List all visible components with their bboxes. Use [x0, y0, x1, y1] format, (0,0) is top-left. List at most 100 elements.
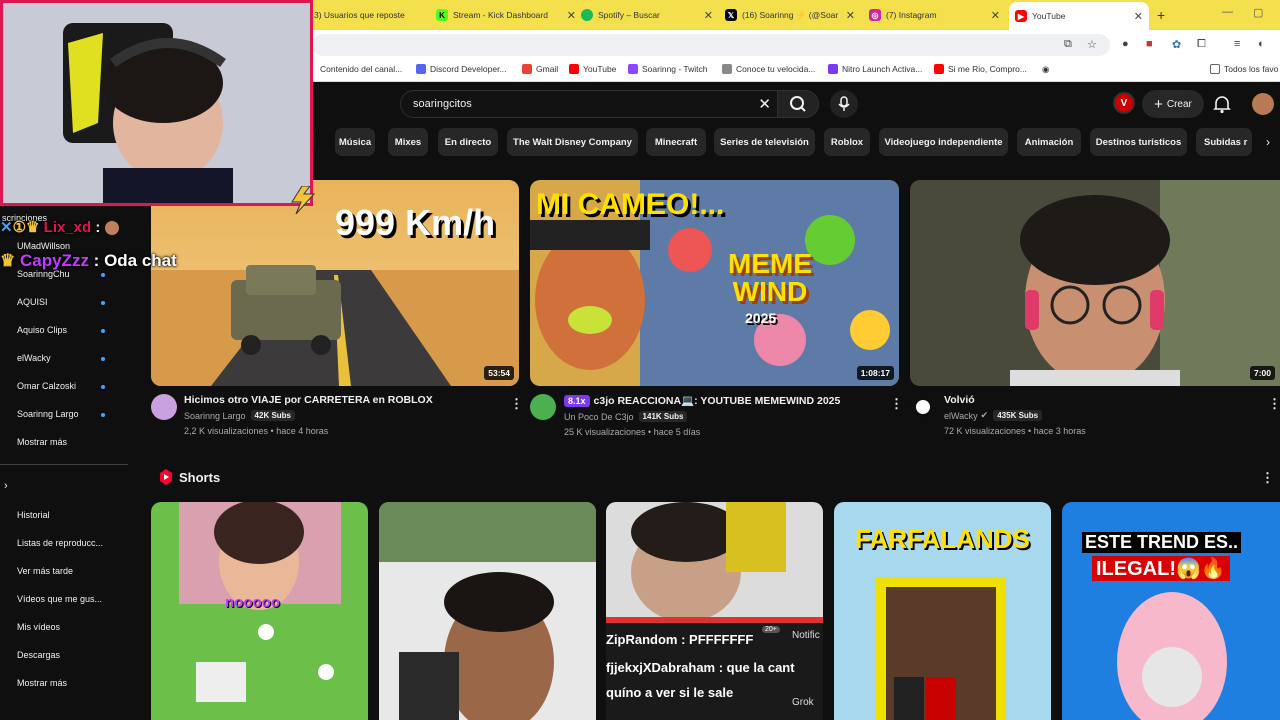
video-thumbnail[interactable]: 999 Km/h 53:54: [151, 180, 519, 386]
maximize-icon[interactable]: ▢: [1253, 6, 1263, 19]
sidebar-item-playlists[interactable]: Listas de reproducc...: [17, 538, 103, 548]
short-card[interactable]: ZipRandom : PFFFFFFF fjjekxjXDabraham : …: [606, 502, 823, 720]
chip[interactable]: Música: [335, 128, 375, 156]
address-input[interactable]: [312, 34, 1110, 56]
chip[interactable]: Subidas r: [1196, 128, 1252, 156]
media-icon[interactable]: ≡: [1234, 38, 1240, 50]
more-vert-icon[interactable]: ⋮: [1261, 470, 1274, 486]
avatar[interactable]: [151, 394, 177, 420]
extension-icon[interactable]: ■: [1146, 38, 1153, 50]
tab-instagram[interactable]: ◎ (7) Instagram ✕: [869, 4, 1000, 26]
video-title[interactable]: Hicimos otro VIAJE por CARRETERA en ROBL…: [184, 394, 433, 406]
sidebar-item-watch-later[interactable]: Ver más tarde: [17, 566, 73, 576]
profile-icon[interactable]: ◐: [1258, 38, 1265, 50]
chip[interactable]: Minecraft: [646, 128, 706, 156]
notifications-button[interactable]: [1213, 94, 1231, 119]
chip[interactable]: Series de televisión: [714, 128, 815, 156]
chevron-right-icon[interactable]: ›: [4, 480, 8, 492]
sidebar: scripciones UMadWillson SoarinngChu AQUI…: [0, 210, 128, 720]
thumbnail-overlay-text: MI CAMEO!...: [536, 188, 725, 221]
screen: 3) Usuarios que reposte K Stream - Kick …: [0, 0, 1280, 720]
short-card[interactable]: ESTE TREND ES.. ILEGAL!😱🔥: [1062, 502, 1280, 720]
chevron-right-icon[interactable]: ›: [1266, 135, 1270, 149]
extension-icon[interactable]: ●: [1122, 38, 1129, 50]
video-thumbnail[interactable]: 7:00: [910, 180, 1280, 386]
tab-spotify[interactable]: Spotify – Buscar ✕: [581, 4, 713, 26]
chip[interactable]: Destinos turísticos: [1090, 128, 1187, 156]
tab-label: Stream - Kick Dashboard: [453, 10, 548, 20]
channel-name[interactable]: elWacky: [944, 411, 978, 421]
close-icon[interactable]: ✕: [846, 9, 855, 22]
sidebar-item-downloads[interactable]: Descargas: [17, 650, 60, 660]
short-overlay-text: ESTE TREND ES..: [1082, 532, 1242, 553]
sidebar-item-sub[interactable]: elWacky: [17, 353, 51, 363]
chip[interactable]: En directo: [438, 128, 498, 156]
chip[interactable]: Mixes: [388, 128, 428, 156]
sidebar-item-sub[interactable]: AQUISI: [17, 297, 48, 307]
short-card[interactable]: FARFALANDS: [834, 502, 1051, 720]
short-card[interactable]: nooooo: [151, 502, 368, 720]
all-bookmarks[interactable]: Todos los favo: [1210, 64, 1278, 74]
sidebar-item-sub[interactable]: Soarinng Largo: [17, 409, 79, 419]
channel-name[interactable]: Un Poco De C3jo: [564, 412, 634, 422]
close-icon[interactable]: ✕: [567, 9, 576, 22]
search-query: soaringcitos: [413, 98, 472, 110]
short-card[interactable]: [379, 502, 596, 720]
plus-icon: +: [1154, 95, 1163, 113]
chip[interactable]: The Walt Disney Company: [507, 128, 638, 156]
minimize-icon[interactable]: —: [1222, 6, 1233, 18]
sidebar-item-liked[interactable]: Vídeos que me gus...: [17, 594, 102, 604]
bookmark-item[interactable]: YouTube: [569, 64, 616, 74]
chip[interactable]: Videojuego independiente: [879, 128, 1008, 156]
shorts-icon: [160, 469, 172, 485]
clear-search-icon[interactable]: ✕: [758, 95, 771, 113]
new-tab-button[interactable]: +: [1157, 4, 1171, 26]
bookmark-item[interactable]: Nitro Launch Activa...: [828, 64, 922, 74]
tab-youtube[interactable]: ▶ YouTube ✕: [1009, 2, 1149, 30]
tab-x-profile[interactable]: 𝕏 (16) Soarinng ⚡ (@Soar ✕: [725, 4, 855, 26]
sidebar-item-sub[interactable]: Omar Calzoski: [17, 381, 76, 391]
search-button[interactable]: [777, 90, 819, 118]
bookmark-item[interactable]: Discord Developer...: [416, 64, 507, 74]
avatar[interactable]: [1252, 93, 1274, 115]
sidebar-item-sub[interactable]: Aquiso Clips: [17, 325, 67, 335]
bookmark-item[interactable]: Contenido del canal...: [320, 64, 402, 74]
sidebar-show-more[interactable]: Mostrar más: [17, 678, 67, 688]
extension-icon[interactable]: ✿: [1172, 38, 1181, 51]
bookmark-item[interactable]: Gmail: [522, 64, 558, 74]
search-input[interactable]: soaringcitos ✕: [400, 90, 780, 118]
sidebar-item-my-videos[interactable]: Mis vídeos: [17, 622, 60, 632]
chat-overlay-line: ZipRandom : PFFFFFFF: [606, 632, 754, 647]
chip[interactable]: Roblox: [824, 128, 870, 156]
sidebar-show-more[interactable]: Mostrar más: [17, 437, 67, 447]
tab-kick-dashboard[interactable]: K Stream - Kick Dashboard ✕: [436, 4, 576, 26]
chip[interactable]: Animación: [1017, 128, 1081, 156]
bookmark-item[interactable]: Si me Rio, Compro...: [934, 64, 1027, 74]
tab-x-users[interactable]: 3) Usuarios que reposte: [314, 4, 426, 26]
channel-badge[interactable]: V: [1113, 92, 1135, 114]
bookmark-star-icon[interactable]: ☆: [1087, 38, 1097, 51]
install-app-icon[interactable]: ⧉: [1064, 38, 1072, 51]
sidebar-item-history[interactable]: Historial: [17, 510, 50, 520]
video-thumbnail[interactable]: MI CAMEO!... MEME WIND 2025 1:08:17: [530, 180, 899, 386]
close-icon[interactable]: ✕: [704, 9, 713, 22]
video-title[interactable]: 8.1x c3jo REACCIONA💻: YOUTUBE MEMEWIND 20…: [564, 394, 840, 407]
close-icon[interactable]: ✕: [1134, 10, 1143, 23]
create-button[interactable]: + Crear: [1142, 90, 1204, 118]
more-vert-icon[interactable]: ⋮: [890, 396, 903, 412]
puzzle-icon[interactable]: ⧠: [1197, 38, 1206, 51]
chat-user: Lix_xd: [43, 219, 92, 236]
avatar[interactable]: [910, 394, 936, 420]
avatar[interactable]: [530, 394, 556, 420]
channel-name[interactable]: Soarinng Largo: [184, 411, 246, 421]
close-icon[interactable]: ✕: [991, 9, 1000, 22]
more-vert-icon[interactable]: ⋮: [1268, 396, 1280, 412]
more-vert-icon[interactable]: ⋮: [510, 396, 523, 412]
globe-icon[interactable]: ◉: [1042, 64, 1049, 75]
video-title[interactable]: Volvió: [944, 394, 1086, 406]
bookmark-item[interactable]: Conoce tu velocida...: [722, 64, 815, 74]
folder-icon: [1210, 64, 1220, 74]
bookmark-item[interactable]: Soarinng - Twitch: [628, 64, 708, 74]
voice-search-button[interactable]: [830, 90, 858, 118]
sidebar-item-sub[interactable]: UMadWillson: [17, 241, 70, 251]
